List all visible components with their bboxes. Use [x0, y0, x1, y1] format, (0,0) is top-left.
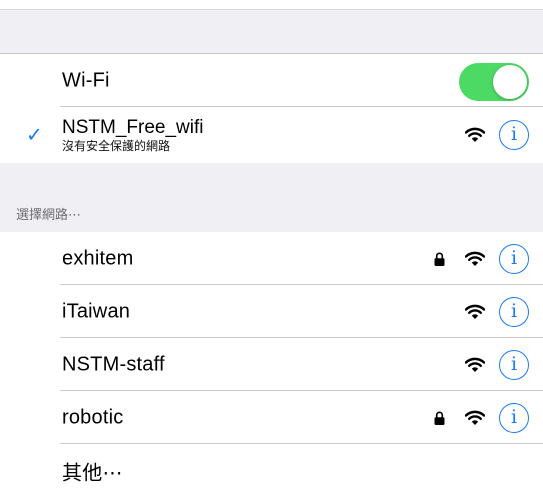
network-name: iTaiwan — [62, 300, 131, 322]
other-network-row[interactable]: 其他⋯ — [0, 444, 543, 497]
lock-icon — [434, 252, 445, 266]
wifi-toggle-switch[interactable] — [459, 63, 529, 101]
lock-icon — [434, 411, 445, 425]
wifi-icon — [465, 127, 485, 142]
network-name: NSTM-staff — [62, 353, 165, 375]
info-icon[interactable]: i — [499, 296, 529, 327]
choose-network-header: 選擇網路⋯ — [0, 190, 543, 232]
connected-network-subtitle: 沒有安全保護的網路 — [62, 139, 171, 153]
network-row-itaiwan[interactable]: iTaiwan i — [0, 285, 543, 338]
wifi-toggle-row: Wi-Fi — [0, 54, 543, 107]
other-network-label: 其他⋯ — [62, 462, 123, 484]
network-name: robotic — [62, 406, 124, 428]
network-row-exhitem[interactable]: exhitem i — [0, 232, 543, 285]
info-icon[interactable]: i — [499, 120, 529, 150]
info-icon[interactable]: i — [499, 349, 529, 380]
network-row-nstm-staff[interactable]: NSTM-staff i — [0, 338, 543, 391]
wifi-group: Wi-Fi ✓ NSTM_Free_wifi 沒有安全保護的網路 i — [0, 54, 543, 163]
wifi-label: Wi-Fi — [62, 69, 110, 91]
wifi-icon — [465, 304, 485, 319]
connected-network-name: NSTM_Free_wifi — [62, 117, 204, 138]
wifi-icon — [465, 410, 485, 425]
info-icon[interactable]: i — [499, 243, 529, 274]
top-bar — [0, 0, 543, 9]
section-header-label: 選擇網路⋯ — [16, 207, 82, 222]
connected-network-labels: NSTM_Free_wifi 沒有安全保護的網路 — [62, 117, 203, 153]
wifi-icon — [465, 251, 485, 266]
toggle-knob[interactable] — [493, 65, 527, 99]
top-spacer — [0, 9, 543, 54]
wifi-icon — [465, 357, 485, 372]
checkmark-icon: ✓ — [26, 124, 43, 147]
networks-list: exhitem i iTaiwan i NSTM-staff i robotic… — [0, 232, 543, 497]
info-icon[interactable]: i — [499, 402, 529, 433]
network-row-robotic[interactable]: robotic i — [0, 391, 543, 444]
network-name: exhitem — [62, 247, 134, 269]
connected-network-row[interactable]: ✓ NSTM_Free_wifi 沒有安全保護的網路 i — [0, 107, 543, 163]
